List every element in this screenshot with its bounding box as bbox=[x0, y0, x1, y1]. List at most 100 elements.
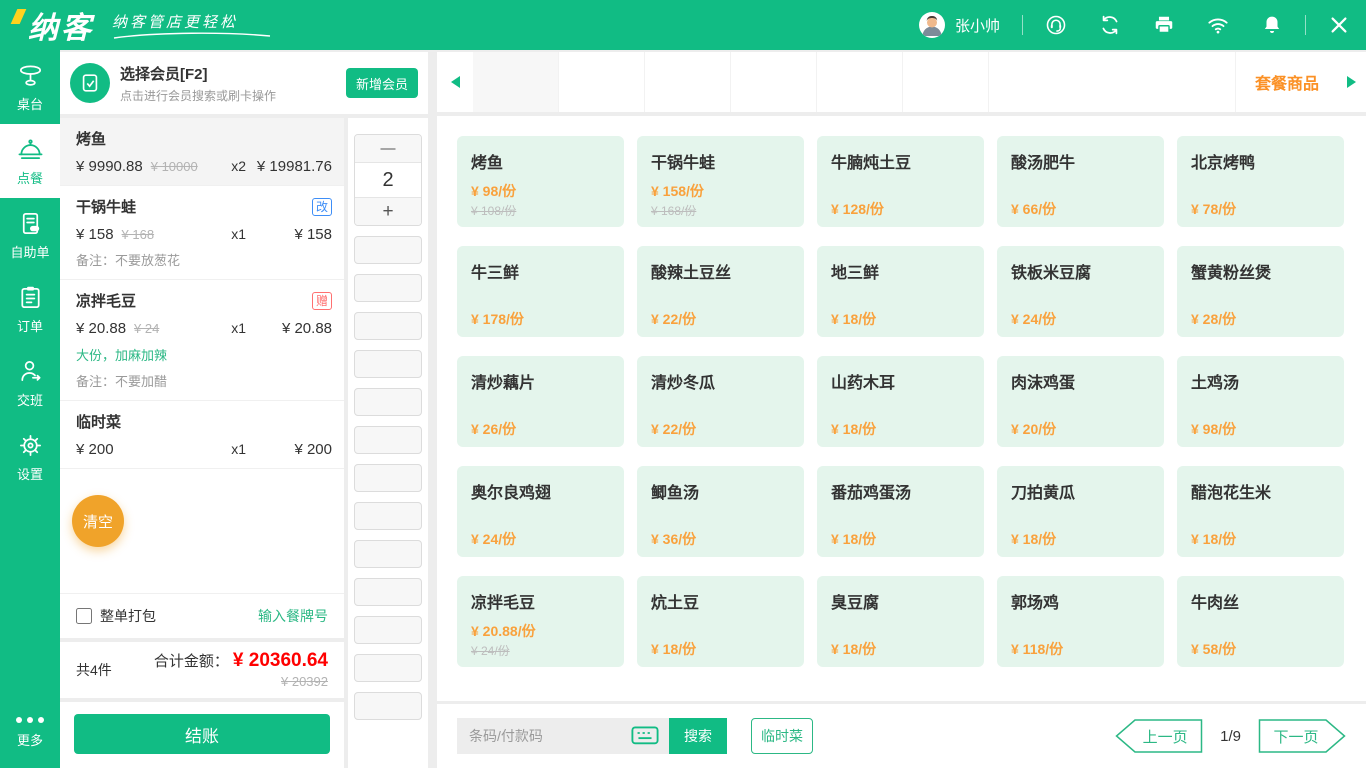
order-item-badge[interactable]: 赠 bbox=[312, 292, 332, 310]
action-button[interactable] bbox=[354, 692, 422, 720]
keyboard-icon[interactable] bbox=[631, 726, 659, 745]
shift-icon bbox=[17, 358, 44, 385]
dish-card[interactable]: 牛腩炖土豆 ¥ 128/份 bbox=[817, 136, 984, 227]
order-item[interactable]: 烤鱼 ¥ 9990.88 ¥ 10000 x2 ¥ 19981.76 bbox=[60, 118, 344, 186]
dish-card[interactable]: 肉沫鸡蛋 ¥ 20/份 bbox=[997, 356, 1164, 447]
prev-page-button[interactable]: 上一页 bbox=[1115, 719, 1203, 753]
dish-card[interactable]: 牛肉丝 ¥ 58/份 bbox=[1177, 576, 1344, 667]
dish-card[interactable]: 凉拌毛豆 ¥ 20.88/份 ¥ 24/份 bbox=[457, 576, 624, 667]
printer-icon[interactable] bbox=[1153, 14, 1175, 36]
order-item[interactable]: 干锅牛蛙 改 ¥ 158 ¥ 168 x1 ¥ 158 备注：不要放葱花 bbox=[60, 186, 344, 280]
next-page-button[interactable]: 下一页 bbox=[1258, 719, 1346, 753]
action-button[interactable] bbox=[354, 502, 422, 530]
temp-dish-button[interactable]: 临时菜 bbox=[751, 718, 813, 754]
dish-card[interactable]: 郭场鸡 ¥ 118/份 bbox=[997, 576, 1164, 667]
dish-grid: 烤鱼 ¥ 98/份 ¥ 108/份 干锅牛蛙 ¥ 158/份 ¥ 168/份 牛… bbox=[437, 116, 1366, 701]
order-item[interactable]: 临时菜 ¥ 200 x1 ¥ 200 bbox=[60, 401, 344, 469]
dish-name: 臭豆腐 bbox=[831, 589, 970, 613]
sidebar-item-orders[interactable]: 订单 bbox=[0, 272, 60, 346]
dish-card[interactable]: 番茄鸡蛋汤 ¥ 18/份 bbox=[817, 466, 984, 557]
tab-荤菜[interactable] bbox=[645, 52, 731, 112]
sidebar-item-self-service[interactable]: 自助单 bbox=[0, 198, 60, 272]
sidebar-item-shift[interactable]: 交班 bbox=[0, 346, 60, 420]
scroll-categories-right-icon[interactable] bbox=[1338, 52, 1366, 112]
member-card-icon[interactable] bbox=[70, 63, 110, 103]
dish-card[interactable]: 土鸡汤 ¥ 98/份 bbox=[1177, 356, 1344, 447]
sidebar-item-table[interactable]: 桌台 bbox=[0, 50, 60, 124]
checkout-button[interactable]: 结账 bbox=[74, 714, 330, 754]
action-button[interactable] bbox=[354, 312, 422, 340]
action-button[interactable] bbox=[354, 540, 422, 568]
action-button[interactable] bbox=[354, 426, 422, 454]
quantity-minus-button[interactable]: — bbox=[355, 135, 421, 163]
sync-icon[interactable] bbox=[1099, 14, 1121, 36]
action-button[interactable] bbox=[354, 616, 422, 644]
action-button[interactable] bbox=[354, 578, 422, 606]
add-member-button[interactable]: 新增会员 bbox=[346, 68, 418, 98]
dish-card[interactable]: 酸辣土豆丝 ¥ 22/份 bbox=[637, 246, 804, 337]
dish-name: 牛三鲜 bbox=[471, 259, 610, 283]
tab-汤类[interactable] bbox=[817, 52, 903, 112]
dish-price: ¥ 18/份 bbox=[831, 529, 970, 549]
dish-card[interactable]: 清炒冬瓜 ¥ 22/份 bbox=[637, 356, 804, 447]
scroll-categories-left-icon[interactable] bbox=[437, 52, 473, 112]
bell-icon[interactable] bbox=[1261, 14, 1283, 36]
action-button[interactable] bbox=[354, 236, 422, 264]
sidebar-item-settings[interactable]: 设置 bbox=[0, 420, 60, 494]
clear-order-button[interactable]: 清空 bbox=[72, 495, 124, 547]
dish-card[interactable]: 清炒藕片 ¥ 26/份 bbox=[457, 356, 624, 447]
member-select-subtitle: 点击进行会员搜索或刷卡操作 bbox=[120, 87, 276, 104]
dish-card[interactable]: 奥尔良鸡翅 ¥ 24/份 bbox=[457, 466, 624, 557]
order-item-original-price: ¥ 24 bbox=[134, 321, 159, 336]
action-button[interactable] bbox=[354, 350, 422, 378]
dish-card[interactable]: 烤鱼 ¥ 98/份 ¥ 108/份 bbox=[457, 136, 624, 227]
user-info[interactable]: 张小帅 bbox=[918, 11, 1000, 39]
dish-price: ¥ 98/份 bbox=[1191, 419, 1330, 439]
dish-card[interactable]: 牛三鲜 ¥ 178/份 bbox=[457, 246, 624, 337]
dish-card[interactable]: 酸汤肥牛 ¥ 66/份 bbox=[997, 136, 1164, 227]
total-row: 共4件 合计金额： ¥ 20360.64 ¥ 20392 bbox=[60, 638, 344, 698]
dish-card[interactable]: 炕土豆 ¥ 18/份 bbox=[637, 576, 804, 667]
sidebar-item-more[interactable]: 更多 bbox=[0, 698, 60, 768]
dish-card[interactable]: 鲫鱼汤 ¥ 36/份 bbox=[637, 466, 804, 557]
topbar: 纳客 纳客管店更轻松 张小帅 bbox=[0, 0, 1366, 50]
search-button[interactable]: 搜索 bbox=[669, 718, 727, 754]
wifi-icon[interactable] bbox=[1207, 14, 1229, 36]
order-item[interactable]: 凉拌毛豆 赠 ¥ 20.88 ¥ 24 x1 ¥ 20.88 大份，加麻加辣 备… bbox=[60, 280, 344, 401]
dish-card[interactable]: 醋泡花生米 ¥ 18/份 bbox=[1177, 466, 1344, 557]
close-icon[interactable] bbox=[1328, 14, 1350, 36]
quantity-plus-button[interactable]: + bbox=[355, 197, 421, 225]
dish-card[interactable]: 北京烤鸭 ¥ 78/份 bbox=[1177, 136, 1344, 227]
dish-card[interactable]: 地三鲜 ¥ 18/份 bbox=[817, 246, 984, 337]
dish-card[interactable]: 臭豆腐 ¥ 18/份 bbox=[817, 576, 984, 667]
customer-service-icon[interactable] bbox=[1045, 14, 1067, 36]
order-list-column: 烤鱼 ¥ 9990.88 ¥ 10000 x2 ¥ 19981.76 干锅牛蛙 … bbox=[60, 118, 348, 768]
member-bar: 选择会员[F2] 点击进行会员搜索或刷卡操作 新增会员 bbox=[60, 52, 428, 118]
dish-card[interactable]: 铁板米豆腐 ¥ 24/份 bbox=[997, 246, 1164, 337]
order-item-badge[interactable]: 改 bbox=[312, 198, 332, 216]
dish-card[interactable]: 干锅牛蛙 ¥ 158/份 ¥ 168/份 bbox=[637, 136, 804, 227]
order-item-total: ¥ 158 bbox=[246, 226, 332, 243]
tab-combo-products[interactable]: 套餐商品 bbox=[1235, 52, 1338, 112]
pack-whole-order-checkbox[interactable] bbox=[76, 608, 92, 624]
action-button[interactable] bbox=[354, 654, 422, 682]
action-button[interactable] bbox=[354, 388, 422, 416]
member-select[interactable]: 选择会员[F2] 点击进行会员搜索或刷卡操作 bbox=[120, 63, 276, 104]
member-select-title: 选择会员[F2] bbox=[120, 63, 276, 84]
dish-card[interactable]: 山药木耳 ¥ 18/份 bbox=[817, 356, 984, 447]
action-button[interactable] bbox=[354, 274, 422, 302]
tab-火锅[interactable] bbox=[559, 52, 645, 112]
dish-card[interactable]: 蟹黄粉丝煲 ¥ 28/份 bbox=[1177, 246, 1344, 337]
total-original-value: ¥ 20392 bbox=[154, 674, 328, 689]
enter-table-number-link[interactable]: 输入餐牌号 bbox=[258, 606, 328, 626]
order-item-name: 烤鱼 bbox=[76, 128, 106, 149]
tab-全部[interactable] bbox=[473, 52, 559, 112]
tab-凉菜[interactable] bbox=[903, 52, 989, 112]
topbar-icons bbox=[1045, 14, 1283, 36]
dish-card[interactable]: 刀拍黄瓜 ¥ 18/份 bbox=[997, 466, 1164, 557]
sidebar-item-order-food[interactable]: 点餐 bbox=[0, 124, 60, 198]
logo-text: 纳客 bbox=[16, 3, 94, 47]
action-button[interactable] bbox=[354, 464, 422, 492]
bottom-bar: 搜索 临时菜 上一页 1/9 下一页 bbox=[437, 701, 1366, 768]
tab-素菜[interactable] bbox=[731, 52, 817, 112]
